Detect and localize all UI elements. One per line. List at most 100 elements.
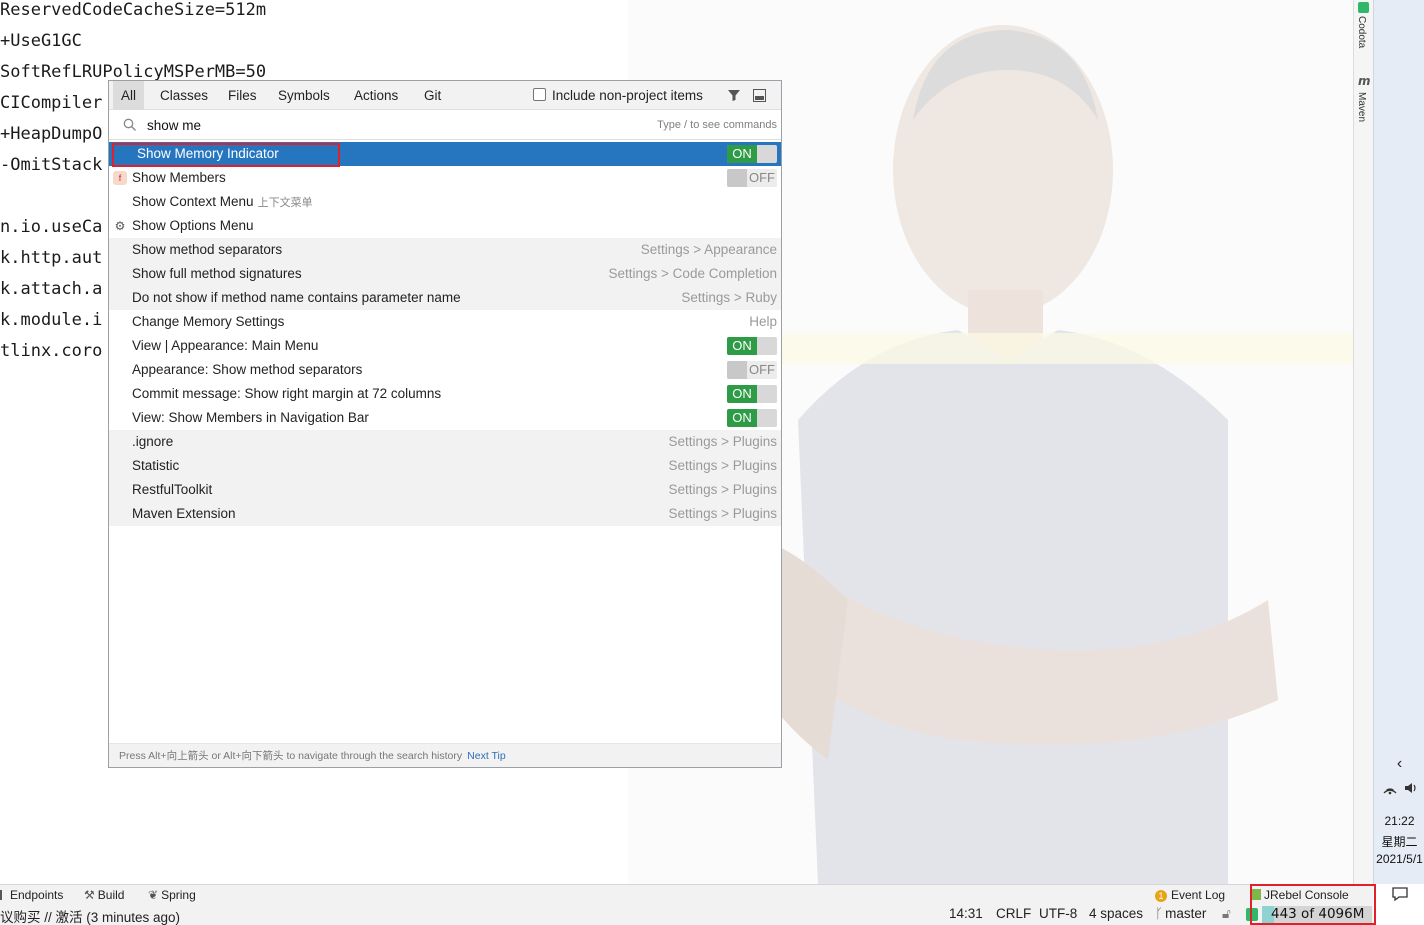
search-scope-tabs: All Classes Files Symbols Actions Git In… [109, 81, 781, 110]
tab-all[interactable]: All [113, 81, 145, 110]
notification-icon[interactable] [1374, 886, 1424, 905]
endpoints-tab[interactable]: Endpoints [0, 888, 63, 902]
code-line: -OmitStack [0, 155, 103, 175]
result-label: Change Memory Settings [132, 310, 284, 334]
lock-icon[interactable]: 🔓︎ [1222, 906, 1231, 922]
toggle-state-label: OFF [747, 361, 777, 379]
result-row[interactable]: Appearance: Show method separators OFF [109, 358, 781, 382]
result-label-text: Do not show if method name contains para… [132, 290, 461, 305]
code-line: k.attach.a [0, 279, 103, 299]
right-tool-strip: Codota m Maven [1353, 0, 1373, 884]
code-line: ReservedCodeCacheSize=512m [0, 0, 267, 20]
result-toggle[interactable]: ON [727, 385, 777, 403]
result-label: Show method separators [132, 238, 282, 262]
result-toggle[interactable]: ON [727, 409, 777, 427]
result-toggle[interactable]: ON [727, 337, 777, 355]
result-row[interactable]: Maven Extension Settings > Plugins [109, 502, 781, 526]
result-row[interactable]: f Show Members OFF [109, 166, 781, 190]
result-row[interactable]: ⚙ Show Options Menu [109, 214, 781, 238]
result-label: Maven Extension [132, 502, 236, 526]
result-label: View: Show Members in Navigation Bar [132, 406, 369, 430]
git-branch-widget[interactable]: ᚴ master [1155, 906, 1206, 921]
result-label: Show Options Menu [132, 214, 254, 238]
result-row[interactable]: Change Memory Settings Help [109, 310, 781, 334]
members-icon: f [113, 171, 127, 185]
result-label-text: Show full method signatures [132, 266, 302, 281]
indent-setting[interactable]: 4 spaces [1089, 906, 1143, 921]
event-log-badge: 1 [1155, 890, 1167, 902]
event-log-tab[interactable]: 1 Event Log [1155, 888, 1225, 902]
toggle-state-label: ON [727, 385, 757, 403]
result-label: Show Context Menu 上下文菜单 [132, 190, 313, 215]
result-row[interactable]: RestfulToolkit Settings > Plugins [109, 478, 781, 502]
clock-time[interactable]: 21:22 [1374, 814, 1424, 828]
result-toggle[interactable]: ON [727, 145, 777, 163]
result-label-text: Statistic [132, 458, 180, 473]
result-row[interactable]: Show full method signatures Settings > Co… [109, 262, 781, 286]
result-row[interactable]: Do not show if method name contains para… [109, 286, 781, 310]
search-bar: Type / to see commands [109, 110, 781, 140]
caret-position[interactable]: 14:31 [949, 906, 983, 921]
result-toggle[interactable]: OFF [727, 169, 777, 187]
result-sublabel: 上下文菜单 [257, 197, 313, 209]
search-icon [123, 118, 137, 135]
result-row[interactable]: Show method separators Settings > Appeara… [109, 238, 781, 262]
toggle-state-label: OFF [747, 169, 777, 187]
file-encoding[interactable]: UTF-8 [1039, 906, 1077, 921]
network-volume-icons[interactable] [1374, 780, 1424, 799]
result-toggle[interactable]: OFF [727, 361, 777, 379]
preview-panel-icon[interactable] [753, 89, 766, 105]
tab-actions[interactable]: Actions [346, 81, 406, 110]
result-label: Do not show if method name contains para… [132, 286, 461, 310]
result-label-text: Commit message: Show right margin at 72 … [132, 386, 442, 401]
result-row[interactable]: Show Context Menu 上下文菜单 [109, 190, 781, 214]
result-location: Settings > Appearance [640, 242, 777, 257]
popup-footer: Press Alt+向上箭头 or Alt+向下箭头 to navigate t… [109, 743, 781, 767]
status-message[interactable]: 议购买 // 激活 (3 minutes ago) [0, 906, 180, 925]
codota-tab[interactable]: Codota [1356, 16, 1367, 48]
result-label: Statistic [132, 454, 179, 478]
result-row[interactable]: Commit message: Show right margin at 72 … [109, 382, 781, 406]
result-row[interactable]: View: Show Members in Navigation Bar ON [109, 406, 781, 430]
result-row[interactable]: .ignore Settings > Plugins [109, 430, 781, 454]
result-row[interactable]: Statistic Settings > Plugins [109, 454, 781, 478]
toggle-state-label: ON [727, 409, 757, 427]
code-line: tlinx.coro [0, 341, 103, 361]
search-input[interactable] [147, 116, 547, 134]
result-label-text: View | Appearance: Main Menu [132, 338, 319, 353]
result-location: Settings > Plugins [668, 506, 777, 521]
chevron-left-icon[interactable]: ‹ [1374, 755, 1424, 773]
spring-label: Spring [161, 888, 196, 902]
result-label-text: .ignore [132, 434, 174, 449]
code-line: k.http.aut [0, 248, 103, 268]
result-location: Settings > Plugins [668, 434, 777, 449]
toggle-state-label: ON [727, 145, 757, 163]
tab-classes[interactable]: Classes [152, 81, 216, 110]
clock-weekday: 星期二 [1381, 835, 1418, 849]
toggle-state-label: ON [727, 337, 757, 355]
build-label: Build [97, 888, 125, 902]
highlight-box-selected-result [112, 143, 340, 167]
include-non-project-label[interactable]: Include non-project items [552, 81, 703, 110]
result-label: View | Appearance: Main Menu [132, 334, 318, 358]
result-label: .ignore [132, 430, 173, 454]
highlight-box-memory-indicator [1250, 884, 1376, 925]
result-label-text: Show Members [132, 170, 226, 185]
tab-git[interactable]: Git [416, 81, 449, 110]
line-separator[interactable]: CRLF [996, 906, 1031, 921]
tab-files[interactable]: Files [220, 81, 265, 110]
maven-tab[interactable]: Maven [1356, 92, 1367, 122]
tab-symbols[interactable]: Symbols [270, 81, 338, 110]
git-branch-label: master [1165, 906, 1207, 921]
result-location: Settings > Plugins [668, 482, 777, 497]
include-non-project-checkbox[interactable] [533, 88, 546, 101]
build-tab[interactable]: ⚒ Build [84, 888, 124, 902]
result-row[interactable]: View | Appearance: Main Menu ON [109, 334, 781, 358]
next-tip-link[interactable]: Next Tip [467, 750, 506, 762]
hammer-icon: ⚒ [84, 888, 95, 902]
code-line: n.io.useCa [0, 217, 103, 237]
result-label-text: Show Context Menu [132, 194, 254, 209]
spring-tab[interactable]: ❦ Spring [148, 888, 196, 902]
filter-icon[interactable] [727, 88, 741, 105]
result-location: Settings > Code Completion [608, 266, 777, 281]
